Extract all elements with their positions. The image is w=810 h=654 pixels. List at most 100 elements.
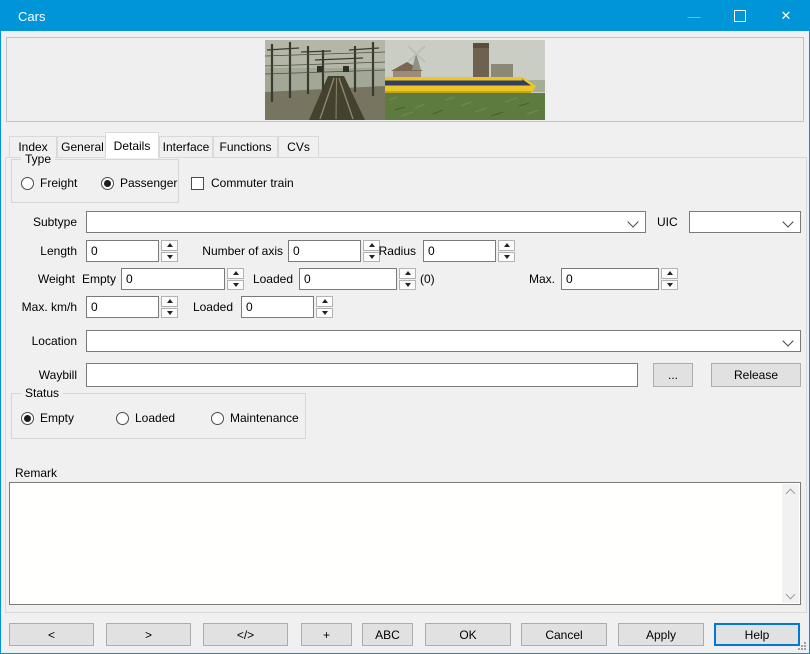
tab-details[interactable]: Details bbox=[105, 132, 159, 158]
waybill-browse-button[interactable]: ... bbox=[653, 363, 693, 387]
location-label: Location bbox=[1, 330, 77, 352]
spin-down-icon bbox=[167, 311, 173, 315]
subtype-combobox[interactable] bbox=[86, 211, 646, 233]
spin-down-button[interactable] bbox=[161, 252, 178, 263]
commuter-train-checkbox[interactable]: Commuter train bbox=[191, 176, 294, 190]
status-group-legend: Status bbox=[21, 386, 63, 400]
weight-loaded-label: Loaded bbox=[249, 268, 293, 290]
radio-circle bbox=[211, 412, 224, 425]
spin-down-button[interactable] bbox=[227, 280, 244, 291]
weight-empty-spinner bbox=[227, 268, 244, 290]
max-kmh-label: Max. km/h bbox=[1, 296, 77, 318]
scroll-up-icon[interactable] bbox=[782, 484, 799, 500]
chevron-down-icon bbox=[782, 216, 793, 227]
add-button[interactable]: + bbox=[301, 623, 352, 646]
tab-interface[interactable]: Interface bbox=[159, 136, 213, 157]
waybill-release-button[interactable]: Release bbox=[711, 363, 801, 387]
remark-textarea[interactable] bbox=[11, 484, 786, 607]
uic-label: UIC bbox=[657, 211, 687, 233]
abc-button[interactable]: ABC bbox=[362, 623, 413, 646]
window-title: Cars bbox=[18, 9, 45, 24]
cancel-button[interactable]: Cancel bbox=[521, 623, 607, 646]
window-controls: — ✕ bbox=[671, 1, 809, 31]
radio-freight-circle bbox=[21, 177, 34, 190]
resize-grip-icon[interactable] bbox=[797, 641, 807, 651]
spin-down-icon bbox=[233, 283, 239, 287]
spin-up-icon bbox=[667, 271, 673, 275]
radius-input[interactable] bbox=[423, 240, 496, 262]
code-button[interactable]: </> bbox=[203, 623, 288, 646]
maximize-icon bbox=[734, 10, 746, 22]
spin-up-button[interactable] bbox=[498, 240, 515, 251]
spin-up-button[interactable] bbox=[161, 240, 178, 251]
radius-spinner bbox=[498, 240, 515, 262]
spin-down-icon bbox=[504, 255, 510, 259]
weight-label: Weight bbox=[1, 268, 75, 290]
type-group-legend: Type bbox=[21, 152, 55, 166]
apply-button[interactable]: Apply bbox=[618, 623, 704, 646]
spin-up-button[interactable] bbox=[661, 268, 678, 279]
spin-up-button[interactable] bbox=[227, 268, 244, 279]
spin-up-icon bbox=[167, 243, 173, 247]
radio-status-maintenance[interactable]: Maintenance bbox=[211, 411, 299, 425]
spin-down-button[interactable] bbox=[399, 280, 416, 291]
max-kmh-loaded-spinner bbox=[316, 296, 333, 318]
tab-cvs[interactable]: CVs bbox=[278, 136, 319, 157]
location-combobox[interactable] bbox=[86, 330, 801, 352]
radius-label: Radius bbox=[374, 240, 416, 262]
cars-dialog: Cars — ✕ bbox=[0, 0, 810, 654]
waybill-label: Waybill bbox=[1, 364, 77, 386]
weight-empty-input[interactable] bbox=[121, 268, 225, 290]
maximize-button[interactable] bbox=[717, 1, 763, 31]
waybill-input[interactable] bbox=[86, 363, 638, 387]
spin-up-icon bbox=[167, 299, 173, 303]
minimize-button[interactable]: — bbox=[671, 1, 717, 31]
radio-passenger-circle bbox=[101, 177, 114, 190]
radio-status-loaded[interactable]: Loaded bbox=[116, 411, 175, 425]
weight-max-input[interactable] bbox=[561, 268, 659, 290]
spin-up-button[interactable] bbox=[316, 296, 333, 307]
max-kmh-input[interactable] bbox=[86, 296, 159, 318]
radio-circle bbox=[116, 412, 129, 425]
spin-down-icon bbox=[167, 255, 173, 259]
weight-computed-value: (0) bbox=[420, 268, 450, 290]
spin-up-button[interactable] bbox=[161, 296, 178, 307]
spin-up-button[interactable] bbox=[399, 268, 416, 279]
checkbox-box bbox=[191, 177, 204, 190]
next-button[interactable]: > bbox=[106, 623, 191, 646]
spin-up-icon bbox=[233, 271, 239, 275]
radio-status-empty[interactable]: Empty bbox=[21, 411, 74, 425]
spin-down-button[interactable] bbox=[498, 252, 515, 263]
axes-input[interactable] bbox=[288, 240, 361, 262]
close-icon: ✕ bbox=[781, 8, 792, 24]
close-button[interactable]: ✕ bbox=[763, 1, 809, 31]
ok-button[interactable]: OK bbox=[425, 623, 511, 646]
banner-image bbox=[265, 40, 545, 120]
uic-combobox[interactable] bbox=[689, 211, 801, 233]
chevron-down-icon bbox=[627, 216, 638, 227]
spin-down-button[interactable] bbox=[316, 308, 333, 319]
spin-up-icon bbox=[504, 243, 510, 247]
length-input[interactable] bbox=[86, 240, 159, 262]
remark-scrollbar[interactable] bbox=[782, 484, 799, 603]
radio-circle bbox=[21, 412, 34, 425]
weight-loaded-input[interactable] bbox=[299, 268, 397, 290]
prev-button[interactable]: < bbox=[9, 623, 94, 646]
subtype-label: Subtype bbox=[1, 211, 77, 233]
radio-freight[interactable]: Freight bbox=[21, 176, 77, 190]
scroll-down-icon[interactable] bbox=[782, 587, 799, 603]
tab-general[interactable]: General bbox=[57, 136, 108, 157]
weight-max-spinner bbox=[661, 268, 678, 290]
length-label: Length bbox=[1, 240, 77, 262]
title-bar[interactable]: Cars — ✕ bbox=[1, 1, 809, 31]
chevron-down-icon bbox=[782, 335, 793, 346]
banner-panel bbox=[6, 37, 804, 122]
spin-down-button[interactable] bbox=[661, 280, 678, 291]
axes-label: Number of axis bbox=[187, 240, 283, 262]
spin-down-icon bbox=[322, 311, 328, 315]
spin-down-button[interactable] bbox=[161, 308, 178, 319]
help-button[interactable]: Help bbox=[714, 623, 800, 646]
tab-functions[interactable]: Functions bbox=[213, 136, 278, 157]
radio-passenger[interactable]: Passenger bbox=[101, 176, 177, 190]
max-kmh-loaded-input[interactable] bbox=[241, 296, 314, 318]
